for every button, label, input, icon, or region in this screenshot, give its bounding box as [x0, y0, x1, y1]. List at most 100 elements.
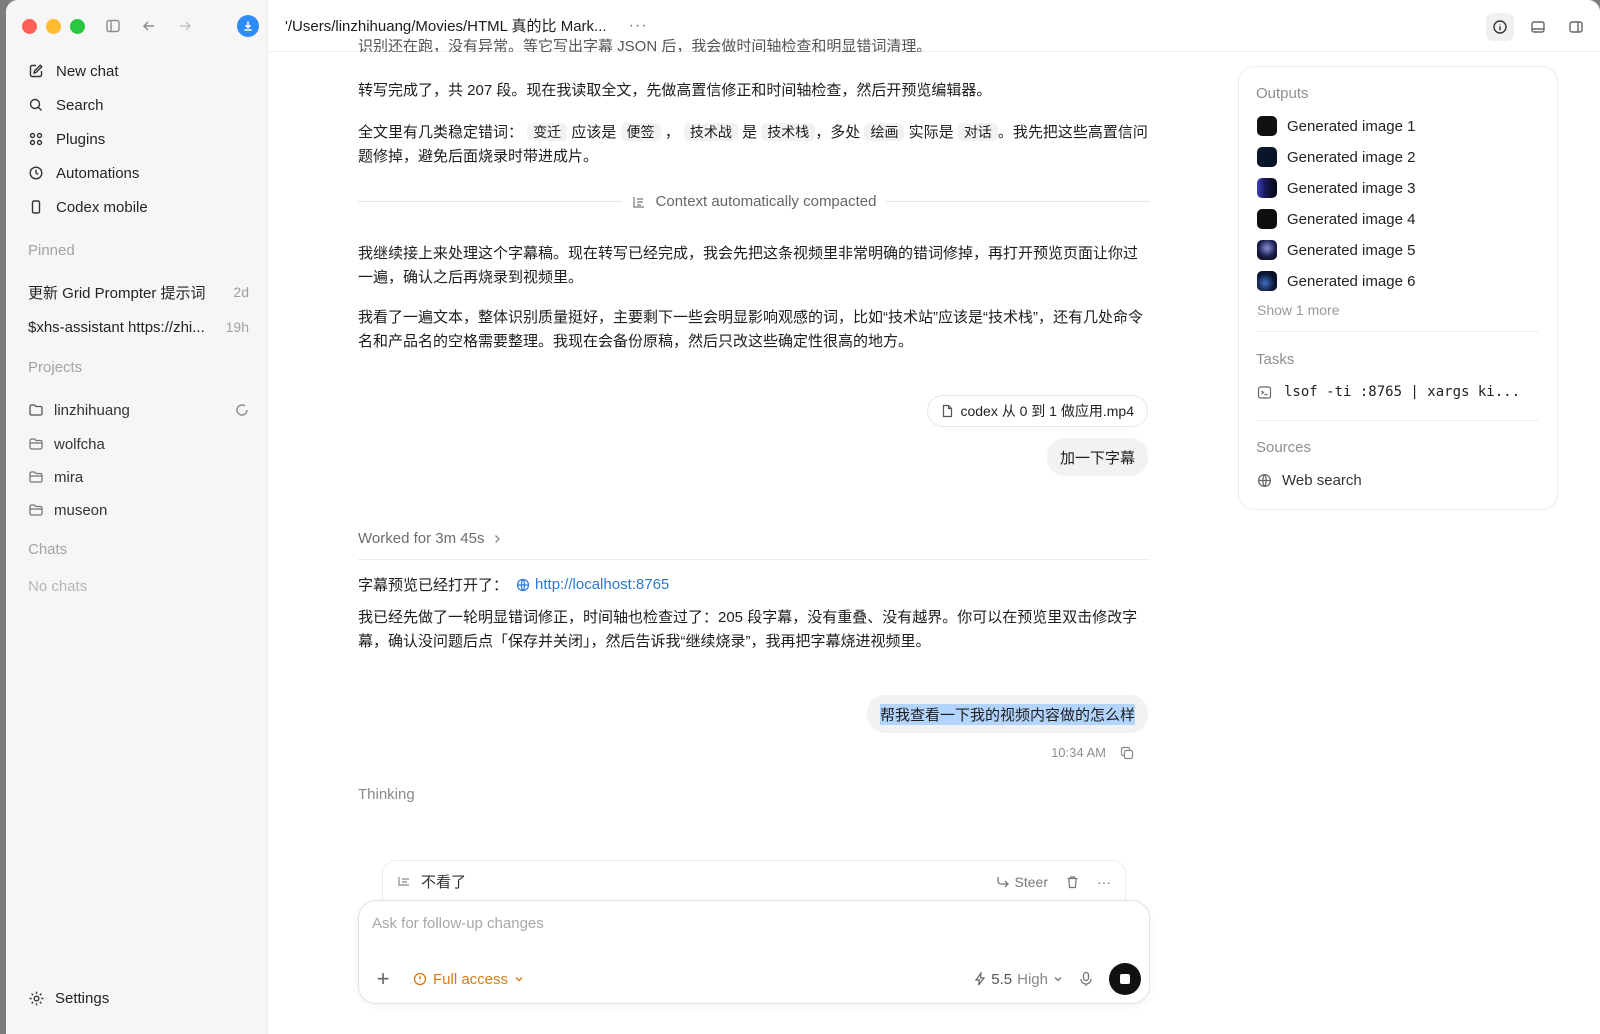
clock-icon	[29, 166, 43, 180]
chevron-down-icon	[1054, 977, 1062, 982]
close-window-button[interactable]	[22, 19, 37, 34]
chevron-down-icon	[515, 977, 523, 982]
project-label: wolfcha	[54, 435, 105, 453]
inline-code: 技术栈	[761, 123, 816, 141]
image-thumbnail	[1257, 116, 1277, 136]
settings-button[interactable]: Settings	[16, 982, 109, 1014]
pinned-section-title: Pinned	[28, 242, 75, 259]
preview-link[interactable]: http://localhost:8765	[516, 576, 669, 593]
window-controls	[22, 19, 85, 34]
sidebar-item-automations[interactable]: Automations	[16, 156, 257, 190]
project-item-linzhihuang[interactable]: linzhihuang	[16, 394, 257, 426]
file-icon	[943, 404, 953, 418]
pinned-chat-time: 2d	[233, 284, 249, 300]
preview-link-line: 字幕预览已经打开了： http://localhost:8765	[358, 574, 669, 595]
assistant-message: 全文里有几类稳定错词： 变迁 应该是 便签 ， 技术战 是 技术栈 ，多处 绘画 …	[358, 120, 1150, 169]
access-mode-dropdown[interactable]: Full access	[413, 971, 524, 988]
file-name: codex 从 0 到 1 做应用.mp4	[960, 403, 1134, 419]
project-item-mira[interactable]: mira	[16, 461, 257, 493]
pinned-chat-item[interactable]: 更新 Grid Prompter 提示词 2d	[16, 275, 257, 309]
folder-icon	[29, 404, 43, 416]
stop-button[interactable]	[1109, 963, 1141, 995]
side-panel-icon[interactable]	[1562, 13, 1590, 41]
sidebar-item-plugins[interactable]: Plugins	[16, 122, 257, 156]
sidebar-item-codex-mobile[interactable]: Codex mobile	[16, 190, 257, 224]
microphone-icon[interactable]	[1079, 971, 1093, 987]
text-segment: ，多处	[815, 124, 861, 141]
download-icon[interactable]	[237, 15, 259, 37]
output-item[interactable]: Generated image 1	[1257, 116, 1415, 136]
trash-icon[interactable]	[1066, 875, 1079, 889]
pinned-chat-time: 19h	[225, 319, 249, 335]
output-item[interactable]: Generated image 6	[1257, 271, 1415, 291]
worked-duration-toggle[interactable]: Worked for 3m 45s	[358, 530, 1150, 560]
source-label: Web search	[1282, 472, 1362, 489]
inline-code: 便签	[620, 123, 661, 141]
stop-icon	[1120, 974, 1130, 984]
message-meta: 10:34 AM	[1051, 745, 1134, 760]
panel-divider	[1257, 331, 1539, 332]
steer-button[interactable]: Steer	[996, 874, 1048, 890]
show-more-outputs[interactable]: Show 1 more	[1257, 302, 1339, 318]
inline-code: 绘画	[864, 123, 905, 141]
image-thumbnail	[1257, 178, 1277, 198]
sidebar-item-new-chat[interactable]: New chat	[16, 54, 257, 88]
output-label: Generated image 1	[1287, 117, 1416, 135]
composer-right-controls: 5.5 High	[974, 963, 1141, 995]
warning-icon	[413, 972, 427, 986]
more-options-icon[interactable]: ···	[629, 17, 648, 35]
project-item-museon[interactable]: museon	[16, 494, 257, 526]
info-icon[interactable]	[1486, 13, 1514, 41]
user-message: 加一下字幕	[1046, 438, 1148, 476]
compacted-label: Context automatically compacted	[655, 193, 877, 210]
model-selector[interactable]: 5.5 High	[974, 971, 1063, 988]
sidebar-toggle-icon[interactable]	[102, 15, 124, 37]
pinned-chat-item[interactable]: $xhs-assistant https://zhi... 19h	[16, 310, 257, 344]
selected-message-text: 帮我查看一下我的视频内容做的怎么样	[879, 703, 1135, 725]
divider-line	[358, 201, 622, 202]
globe-icon	[516, 578, 530, 591]
sidebar-item-label: New chat	[56, 62, 119, 80]
output-label: Generated image 6	[1287, 272, 1416, 290]
output-item[interactable]: Generated image 5	[1257, 240, 1415, 260]
copy-icon[interactable]	[1120, 746, 1134, 760]
attached-file-chip[interactable]: codex 从 0 到 1 做应用.mp4	[927, 395, 1148, 427]
composer-input[interactable]: Ask for follow-up changes	[372, 915, 544, 932]
back-arrow-icon[interactable]	[138, 15, 160, 37]
chat-title[interactable]: '/Users/linzhihuang/Movies/HTML 真的比 Mark…	[285, 15, 607, 36]
model-version: 5.5	[991, 970, 1013, 988]
assistant-message-cut: 识别还在跑，没有异常。等它写出字幕 JSON 后，我会做时间轴检查和明显错词清理…	[358, 38, 932, 52]
image-thumbnail	[1257, 209, 1277, 229]
steer-arrow-icon	[996, 876, 1009, 887]
output-item[interactable]: Generated image 2	[1257, 147, 1415, 167]
terminal-panel-icon[interactable]	[1524, 13, 1552, 41]
chevron-right-icon	[495, 534, 501, 543]
edit-icon	[29, 64, 43, 78]
add-attachment-icon[interactable]: +	[371, 966, 395, 992]
sidebar-item-label: Plugins	[56, 130, 106, 148]
preview-label: 字幕预览已经打开了：	[358, 577, 509, 594]
maximize-window-button[interactable]	[70, 19, 85, 34]
text-segment: 是	[742, 124, 758, 141]
access-label: Full access	[433, 970, 509, 988]
queued-more-icon[interactable]: ···	[1097, 874, 1111, 890]
source-item[interactable]: Web search	[1257, 472, 1362, 489]
output-item[interactable]: Generated image 4	[1257, 209, 1415, 229]
assistant-message: 转写完成了，共 207 段。现在我读取全文，先做高置信修正和时间轴检查，然后开预…	[358, 82, 992, 99]
forward-arrow-icon[interactable]	[174, 15, 196, 37]
sidebar: New chat Search Plugins Automations Code…	[6, 0, 268, 1034]
lightning-icon	[975, 972, 986, 986]
outputs-title: Outputs	[1256, 85, 1309, 102]
preview-url: http://localhost:8765	[535, 576, 670, 593]
divider-line	[886, 201, 1151, 202]
queued-text: 不看了	[421, 874, 467, 891]
task-item[interactable]: lsof -ti :8765 | xargs ki...	[1257, 384, 1520, 400]
output-item[interactable]: Generated image 3	[1257, 178, 1415, 198]
sidebar-item-search[interactable]: Search	[16, 88, 257, 122]
inline-code: 对话	[957, 123, 998, 141]
pinned-chat-title: $xhs-assistant https://zhi...	[28, 318, 205, 336]
queued-actions: Steer ···	[996, 874, 1111, 890]
minimize-window-button[interactable]	[46, 19, 61, 34]
sidebar-nav: New chat Search Plugins Automations Code…	[16, 54, 257, 224]
project-item-wolfcha[interactable]: wolfcha	[16, 428, 257, 460]
